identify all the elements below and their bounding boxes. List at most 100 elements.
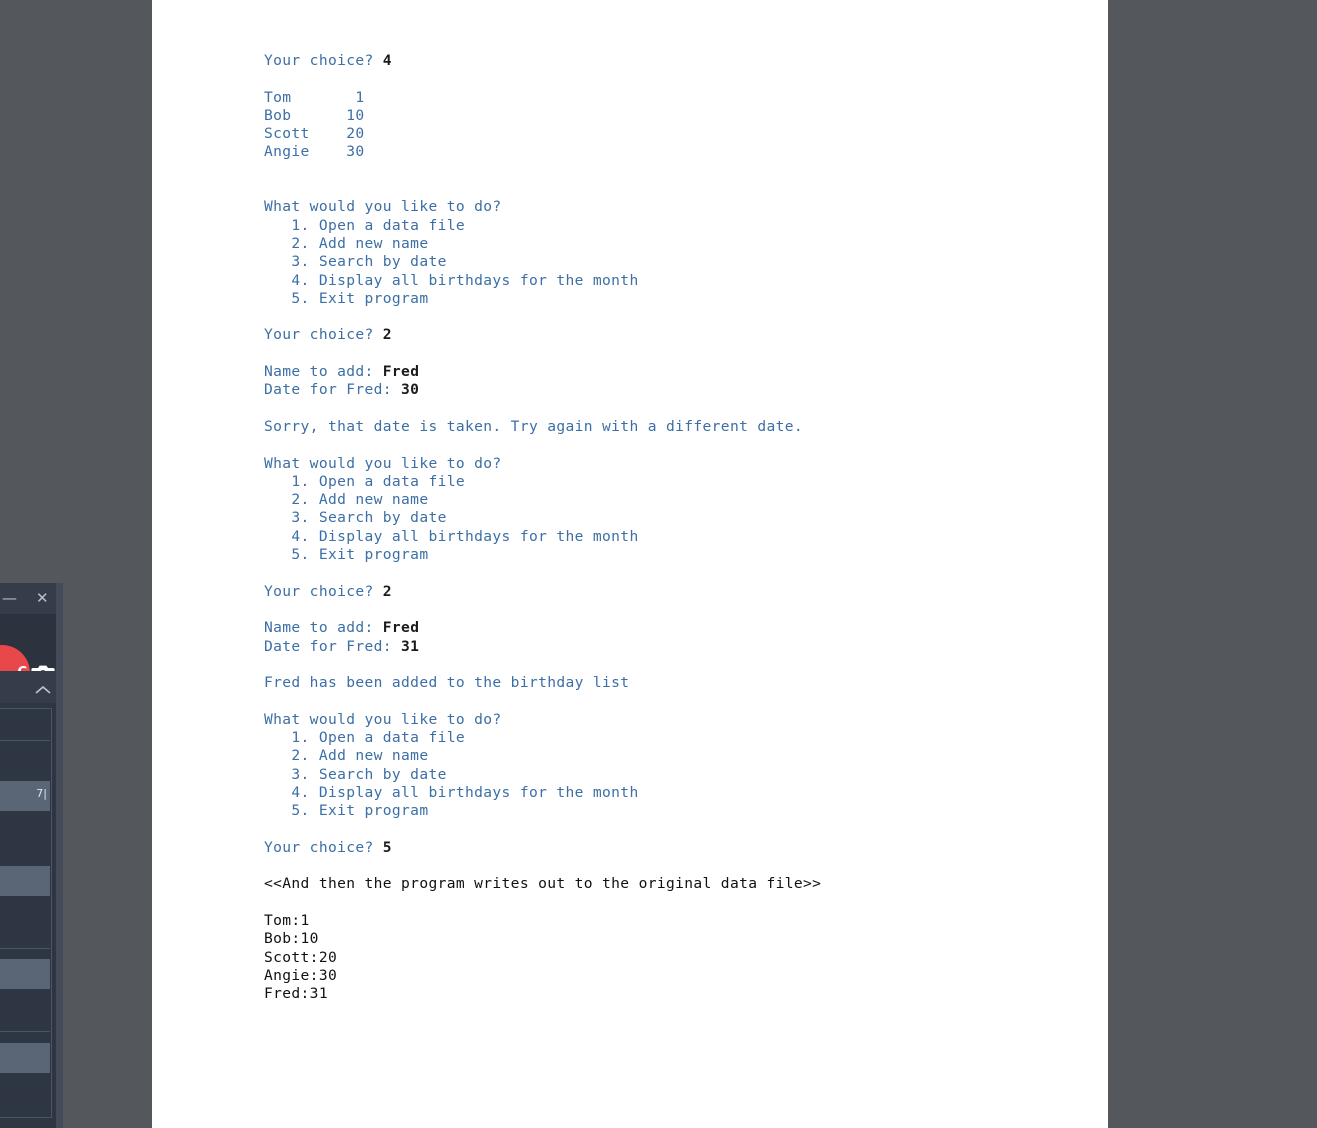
transcript-blank-line <box>264 857 821 875</box>
transcript-output-line: 3. Search by date <box>264 509 821 527</box>
prompt-text: Your choice? <box>264 838 383 856</box>
transcript-output-line: 4. Display all birthdays for the month <box>264 272 821 290</box>
transcript-prompt-line: Name to add: Fred <box>264 619 821 637</box>
birthday-record-row: Bob 10 <box>264 107 821 125</box>
transcript-output-line: Fred has been added to the birthday list <box>264 674 821 692</box>
file-line-text: Scott:20 <box>264 948 338 966</box>
output-line-text: Sorry, that date is taken. Try again wit… <box>264 417 804 435</box>
transcript-output-line: 4. Display all birthdays for the month <box>264 528 821 546</box>
record-spacer <box>310 143 347 160</box>
file-line-text: Angie:30 <box>264 966 338 984</box>
file-line-text: <<And then the program writes out to the… <box>264 875 822 893</box>
transcript-output-line: 5. Exit program <box>264 546 821 564</box>
user-input-value: Fred <box>382 363 420 381</box>
record-date: 10 <box>346 106 365 124</box>
user-input-value: 4 <box>382 52 392 69</box>
transcript-output-line: 1. Open a data file <box>264 473 821 491</box>
recorder-button[interactable] <box>0 959 50 989</box>
file-line-text: Tom:1 <box>264 911 310 929</box>
output-line-text: 2. Add new name <box>264 747 429 765</box>
user-input-value: 5 <box>382 838 392 856</box>
output-line-text: What would you like to do? <box>264 198 502 216</box>
output-line-text: 5. Exit program <box>264 802 429 820</box>
transcript-prompt-line: Your choice? 2 <box>264 326 821 344</box>
user-input-value: 2 <box>382 326 392 344</box>
record-name: Scott <box>264 125 310 143</box>
output-line-text: 2. Add new name <box>264 234 429 252</box>
transcript-output-line: What would you like to do? <box>264 198 821 216</box>
output-line-text: What would you like to do? <box>264 454 502 472</box>
transcript-output-line: Sorry, that date is taken. Try again wit… <box>264 418 821 436</box>
transcript-blank-line <box>264 308 821 326</box>
output-line-text: 1. Open a data file <box>264 216 465 234</box>
chevron-up-icon[interactable] <box>33 681 53 694</box>
transcript-output-line: 4. Display all birthdays for the month <box>264 784 821 802</box>
prompt-text: Your choice? <box>264 52 383 69</box>
output-line-text: 4. Display all birthdays for the month <box>264 271 639 289</box>
record-spacer <box>310 125 347 142</box>
prompt-text: Name to add: <box>264 619 383 637</box>
user-input-value: Fred <box>382 619 420 637</box>
transcript-blank-line <box>264 894 821 912</box>
record-spacer <box>291 107 346 124</box>
document-page: Your choice? 4 Tom 1 Bob 10 Scott 20 Angie 3… <box>152 0 1108 1128</box>
transcript-file-line: Tom:1 <box>264 912 821 930</box>
transcript-prompt-line: Date for Fred: 30 <box>264 381 821 399</box>
file-line-text: Fred:31 <box>264 985 328 1003</box>
transcript-output-line: 5. Exit program <box>264 290 821 308</box>
output-line-text: 3. Search by date <box>264 509 447 527</box>
transcript-blank-line <box>264 345 821 363</box>
output-line-text: 2. Add new name <box>264 491 429 509</box>
transcript-file-line: <<And then the program writes out to the… <box>264 875 821 893</box>
birthday-record-row: Angie 30 <box>264 143 821 161</box>
output-line-text: What would you like to do? <box>264 710 502 728</box>
transcript-blank-line <box>264 656 821 674</box>
transcript-blank-line <box>264 180 821 198</box>
transcript-output-line: What would you like to do? <box>264 711 821 729</box>
transcript-prompt-line: Name to add: Fred <box>264 363 821 381</box>
transcript-output-line: 3. Search by date <box>264 253 821 271</box>
transcript-blank-line <box>264 162 821 180</box>
transcript-output-line: 5. Exit program <box>264 802 821 820</box>
output-line-text: 3. Search by date <box>264 765 447 783</box>
recorder-titlebar: — ✕ <box>0 583 63 614</box>
panel-divider <box>0 740 50 741</box>
transcript-blank-line <box>264 692 821 710</box>
output-line-text: 4. Display all birthdays for the month <box>264 783 639 801</box>
record-date: 20 <box>346 125 365 143</box>
panel-divider <box>0 948 50 949</box>
output-line-text: 5. Exit program <box>264 289 429 307</box>
transcript-file-line: Bob:10 <box>264 930 821 948</box>
recorder-button[interactable] <box>0 866 50 896</box>
record-date: 30 <box>346 143 365 161</box>
user-input-value: 2 <box>382 582 392 600</box>
transcript-blank-line <box>264 564 821 582</box>
recorder-text-field-value: 7| <box>36 787 47 800</box>
screen-recorder-window[interactable]: — ✕ C 7| <box>0 583 63 1128</box>
close-icon[interactable]: ✕ <box>36 583 49 614</box>
output-line-text: 4. Display all birthdays for the month <box>264 527 639 545</box>
transcript-output-line: 2. Add new name <box>264 747 821 765</box>
minimize-icon[interactable]: — <box>2 583 17 614</box>
prompt-text: Name to add: <box>264 363 383 381</box>
recorder-collapse-row[interactable] <box>0 671 63 703</box>
transcript-output-line: 1. Open a data file <box>264 217 821 235</box>
birthday-record-row: Tom 1 <box>264 89 821 107</box>
birthday-record-row: Scott 20 <box>264 125 821 143</box>
record-name: Bob <box>264 106 292 124</box>
transcript-file-line: Fred:31 <box>264 985 821 1003</box>
recorder-button[interactable] <box>0 1043 50 1073</box>
transcript-prompt-line: Your choice? 5 <box>264 839 821 857</box>
transcript-prompt-line: Date for Fred: 31 <box>264 638 821 656</box>
transcript-blank-line <box>264 820 821 838</box>
transcript-file-line: Angie:30 <box>264 967 821 985</box>
transcript-output-line: 1. Open a data file <box>264 729 821 747</box>
recorder-toolbar: C <box>0 614 63 701</box>
recorder-text-field[interactable]: 7| <box>0 781 50 811</box>
transcript-output-line: 2. Add new name <box>264 491 821 509</box>
transcript-prompt-line: Your choice? 2 <box>264 583 821 601</box>
prompt-text: Your choice? <box>264 582 383 600</box>
record-name: Tom <box>264 88 292 106</box>
recorder-settings-panel: 7| <box>0 703 63 1128</box>
record-name: Angie <box>264 143 310 161</box>
